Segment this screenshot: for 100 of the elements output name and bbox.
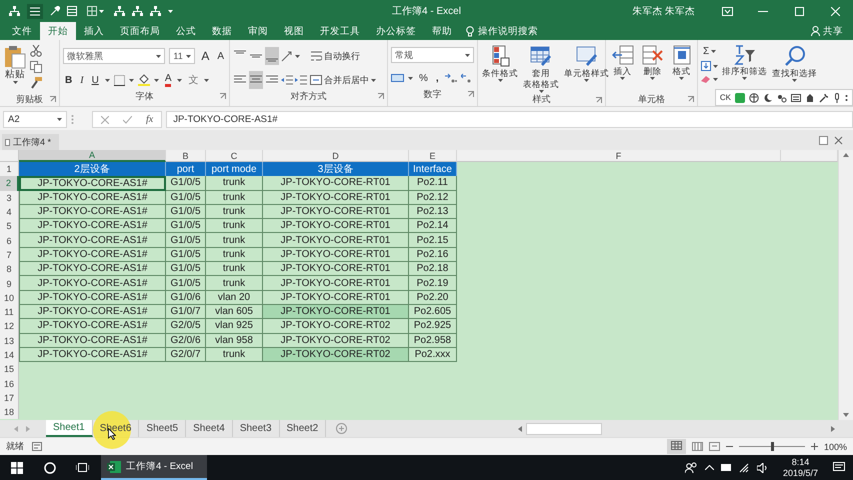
delete-cells-icon[interactable] <box>642 45 664 65</box>
borders-icon[interactable] <box>114 74 125 86</box>
ribbon-button[interactable]: 套用 表格格式 <box>522 43 560 93</box>
table-format-icon[interactable] <box>530 45 552 67</box>
sheet-tab[interactable]: Sheet1 <box>46 420 93 437</box>
ribbon-tab[interactable]: 开始 <box>40 22 76 40</box>
normal-view-icon[interactable] <box>666 439 686 454</box>
more-icon[interactable] <box>845 92 848 102</box>
autosum-button[interactable]: Σ <box>701 45 718 57</box>
caret-icon[interactable] <box>104 78 110 82</box>
cortana-icon[interactable] <box>44 462 56 474</box>
insert-function-button[interactable]: fx <box>146 114 154 125</box>
dialog-launcher-icon[interactable] <box>378 93 384 99</box>
caret-icon[interactable] <box>371 78 376 82</box>
network-icon[interactable] <box>132 6 143 16</box>
close-icon[interactable] <box>834 136 843 144</box>
merge-center-button[interactable]: 合并后居中 <box>309 71 377 89</box>
caret-icon[interactable] <box>584 79 589 82</box>
caret-icon[interactable] <box>12 81 18 84</box>
caret-icon[interactable] <box>620 77 625 80</box>
people-icon[interactable] <box>684 462 698 473</box>
row-header[interactable]: 10 <box>0 290 19 305</box>
number-format-field[interactable]: 常规 <box>391 47 474 63</box>
row-header[interactable]: 6 <box>0 233 19 248</box>
ribbon-tab[interactable]: 页面布局 <box>112 22 168 40</box>
ribbon-tab[interactable]: 公式 <box>168 22 204 40</box>
caret-icon[interactable] <box>498 79 502 82</box>
caret-icon[interactable] <box>57 118 62 121</box>
column-header[interactable]: C <box>206 150 263 162</box>
copy-icon[interactable] <box>30 61 42 73</box>
caret-icon[interactable] <box>186 54 192 58</box>
row-header[interactable]: 13 <box>0 334 19 348</box>
caret-icon[interactable] <box>713 64 718 68</box>
wrench-icon[interactable] <box>819 92 829 102</box>
ribbon-button[interactable]: 条件格式 <box>481 43 519 82</box>
ribbon-button[interactable]: 查找和选择 <box>771 43 818 82</box>
brush-icon[interactable] <box>50 6 60 16</box>
row-header[interactable]: 4 <box>0 204 19 220</box>
conditional-format-icon[interactable] <box>490 45 510 67</box>
ribbon-tab[interactable]: 插入 <box>76 22 112 40</box>
form-icon[interactable] <box>67 6 77 16</box>
microphone-icon[interactable] <box>833 92 841 102</box>
windows-icon[interactable] <box>10 462 22 474</box>
ribbon-tab[interactable]: 审阅 <box>240 22 276 40</box>
share-button[interactable]: 共享 <box>801 22 853 40</box>
ribbon-button[interactable]: 删除 <box>640 43 664 80</box>
dialog-launcher-icon[interactable] <box>220 93 226 99</box>
restore-icon[interactable] <box>819 136 828 144</box>
task-view-icon[interactable] <box>76 462 89 473</box>
zoom-level[interactable]: 100% <box>824 442 847 452</box>
currency-icon[interactable] <box>391 73 404 83</box>
underline-button[interactable]: U <box>90 71 101 89</box>
wrap-text-icon[interactable] <box>311 51 322 61</box>
ribbon-tab[interactable]: 数据 <box>204 22 240 40</box>
person-icon[interactable] <box>811 26 820 36</box>
caret-icon[interactable] <box>204 78 210 82</box>
align-center-icon[interactable] <box>249 71 263 89</box>
macro-record-icon[interactable] <box>32 442 42 451</box>
scroll-right-icon[interactable] <box>831 426 835 432</box>
dialog-launcher-icon[interactable] <box>468 91 474 97</box>
caret-icon[interactable] <box>679 77 684 80</box>
row-header[interactable]: 8 <box>0 262 19 276</box>
clock-time[interactable]: 8:14 <box>792 456 810 468</box>
formula-field[interactable]: JP-TOKYO-CORE-AS1# <box>166 111 853 128</box>
row-header[interactable]: 9 <box>0 276 19 291</box>
increase-decimal-icon[interactable] <box>444 73 457 83</box>
row-header[interactable]: 2 <box>0 176 19 191</box>
clock-date[interactable]: 2019/5/7 <box>782 468 818 478</box>
dialog-launcher-icon[interactable] <box>688 96 694 102</box>
dialog-launcher-icon[interactable] <box>50 96 56 102</box>
column-header[interactable]: E <box>409 150 457 162</box>
caret-icon[interactable] <box>154 78 159 82</box>
name-box[interactable]: A2 <box>3 111 67 128</box>
font-size-field[interactable]: 11 <box>169 48 196 64</box>
page-layout-icon[interactable] <box>692 442 703 451</box>
column-header[interactable]: B <box>166 150 206 162</box>
ribbon-tab[interactable]: 文件 <box>4 22 40 40</box>
scroll-down-icon[interactable] <box>843 413 849 417</box>
fill-color-icon[interactable] <box>138 74 150 86</box>
format-cells-icon[interactable] <box>672 45 692 65</box>
row-header[interactable]: 12 <box>0 319 19 334</box>
row-header[interactable]: 11 <box>0 304 19 320</box>
page-break-icon[interactable] <box>708 442 720 451</box>
clipboard-icon[interactable] <box>4 45 26 69</box>
row-header[interactable]: 7 <box>0 248 19 262</box>
caret-icon[interactable] <box>650 77 655 80</box>
phonetic-button[interactable]: 文 <box>186 71 200 89</box>
decrease-indent-icon[interactable] <box>281 75 293 85</box>
caret-icon[interactable] <box>713 78 718 80</box>
workbook-tab[interactable]: 工作簿4 * <box>2 134 60 150</box>
volume-icon[interactable] <box>756 462 768 472</box>
row-header[interactable]: 18 <box>0 405 19 420</box>
ribbon-tab[interactable]: 帮助 <box>424 22 460 40</box>
bold-button[interactable]: B <box>63 71 74 89</box>
ime-mode-icon[interactable] <box>735 92 745 102</box>
zoom-in-icon[interactable] <box>810 443 818 450</box>
network-icon[interactable] <box>150 6 161 16</box>
dialog-launcher-icon[interactable] <box>596 97 602 103</box>
font-name-field[interactable]: 微软雅黑 <box>63 48 166 64</box>
caret-icon[interactable] <box>295 54 300 58</box>
